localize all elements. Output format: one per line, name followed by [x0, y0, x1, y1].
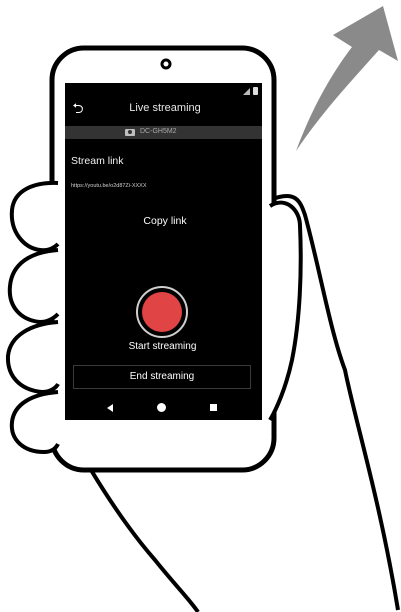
app-header: ⮌ Live streaming: [65, 99, 262, 121]
nav-back-icon[interactable]: [107, 404, 113, 412]
stream-link-heading: Stream link: [71, 155, 124, 167]
end-streaming-button[interactable]: End streaming: [73, 365, 251, 389]
finger-3: [5, 320, 60, 395]
start-streaming-label: Start streaming: [128, 341, 197, 352]
nav-home-icon[interactable]: [157, 403, 166, 412]
camera-name: DC-GH5M2: [140, 128, 177, 135]
finger-4: [9, 390, 60, 455]
camera-icon: [125, 129, 135, 136]
phone-screen: ⮌ Live streaming DC-GH5M2 Stream link ht…: [65, 83, 262, 420]
copy-link-button[interactable]: Copy link: [135, 212, 195, 230]
start-streaming-button[interactable]: [136, 286, 188, 338]
finger-2: [7, 248, 60, 325]
battery-icon: [253, 87, 258, 95]
page-title: Live streaming: [129, 102, 201, 114]
swipe-up-arrow-icon: [296, 6, 398, 151]
nav-bar: [65, 399, 262, 417]
signal-icon: [243, 88, 250, 95]
nav-recent-icon[interactable]: [210, 404, 217, 411]
record-icon: [142, 292, 182, 332]
status-bar: [65, 83, 262, 97]
finger-1: [9, 180, 60, 253]
back-arrow-icon[interactable]: ⮌: [69, 100, 87, 118]
stream-url[interactable]: https://youtu.be/o2d87Zi-XXXX: [71, 183, 147, 189]
thumb: [268, 200, 303, 422]
camera-bar: DC-GH5M2: [65, 126, 262, 139]
